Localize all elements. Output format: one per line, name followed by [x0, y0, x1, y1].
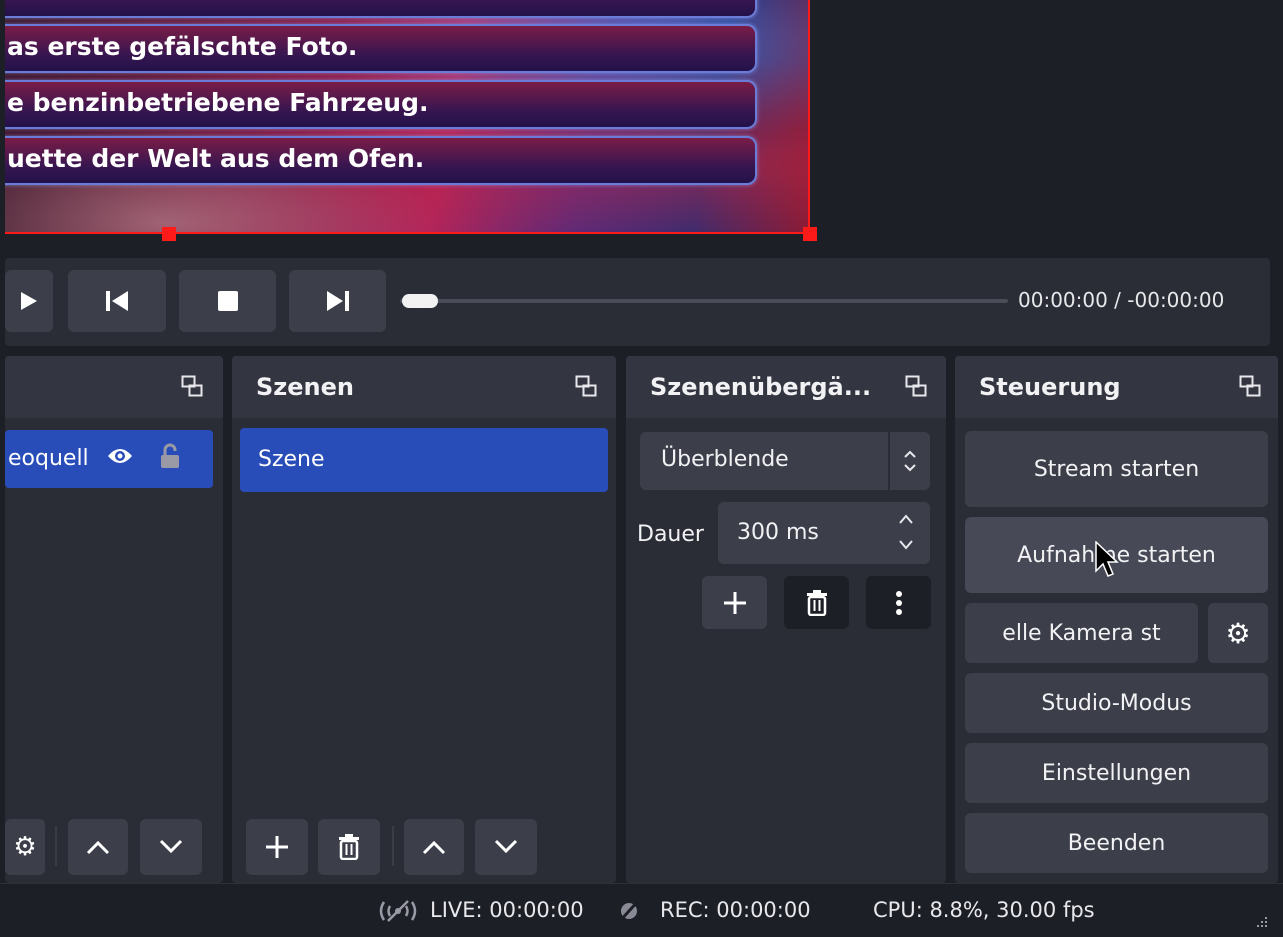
float-window-icon: [905, 375, 927, 397]
answer-bar-0: [5, 0, 757, 18]
studio-mode-button[interactable]: Studio-Modus: [965, 673, 1268, 733]
trash-icon: [339, 834, 359, 860]
exit-button[interactable]: Beenden: [965, 813, 1268, 873]
lock-toggle[interactable]: [160, 443, 180, 473]
chevron-down-icon: [494, 839, 518, 854]
scene-move-up-button[interactable]: [404, 819, 464, 875]
skip-next-icon: [326, 291, 349, 311]
previous-button[interactable]: [68, 270, 166, 332]
source-properties-button[interactable]: ⚙: [5, 819, 45, 875]
seek-slider-handle[interactable]: [402, 294, 438, 308]
scene-item-label: Szene: [258, 447, 325, 472]
remove-scene-button[interactable]: [318, 819, 380, 875]
resize-grip-icon[interactable]: [1255, 915, 1269, 929]
chevron-down-icon: [159, 839, 183, 854]
transitions-dock-title: Szenenübergä...: [650, 373, 872, 401]
mouse-cursor-icon: [1095, 541, 1119, 577]
answer-text-1: as erste gefälschte Foto.: [7, 32, 358, 61]
toolbar-separator: [392, 826, 394, 866]
float-window-icon: [1239, 375, 1261, 397]
plus-icon: [266, 836, 288, 858]
controls-dock-title: Steuerung: [979, 373, 1121, 401]
answer-bar-2: e benzinbetriebene Fahrzeug.: [5, 80, 757, 129]
source-item-label: eoquell: [8, 446, 89, 471]
answer-bar-3: uette der Welt aus dem Ofen.: [5, 136, 757, 185]
transitions-undock-icon[interactable]: [905, 375, 927, 401]
virtual-camera-settings-button[interactable]: ⚙: [1208, 603, 1268, 663]
next-button[interactable]: [289, 270, 386, 332]
recording-inactive-icon: [618, 900, 640, 922]
play-button[interactable]: [5, 270, 53, 332]
add-scene-button[interactable]: [246, 819, 308, 875]
gear-icon: ⚙: [1225, 616, 1251, 650]
live-status: LIVE: 00:00:00: [430, 898, 584, 922]
resize-handle-bottom[interactable]: [162, 227, 176, 241]
duration-spinbox[interactable]: 300 ms: [718, 502, 930, 564]
add-transition-button[interactable]: [702, 576, 767, 629]
eye-icon: [108, 449, 132, 463]
duration-value: 300 ms: [737, 520, 819, 545]
program-preview[interactable]: as erste gefälschte Foto. e benzinbetrie…: [5, 0, 810, 234]
cpu-fps-status: CPU: 8.8%, 30.00 fps: [873, 898, 1095, 922]
start-streaming-button[interactable]: Stream starten: [965, 431, 1268, 507]
skip-previous-icon: [106, 291, 128, 311]
scenes-dock-title: Szenen: [256, 373, 354, 401]
updown-chevron-icon: [904, 450, 916, 472]
start-virtual-camera-button[interactable]: elle Kamera st: [965, 603, 1198, 663]
controls-undock-icon[interactable]: [1239, 375, 1261, 401]
float-window-icon: [181, 375, 203, 397]
transition-properties-button[interactable]: [866, 576, 931, 629]
answer-bar-1: as erste gefälschte Foto.: [5, 24, 757, 73]
stop-icon: [217, 291, 238, 311]
chevron-up-icon: [86, 840, 110, 855]
transition-select[interactable]: Überblende: [640, 432, 930, 490]
toolbar-separator: [55, 826, 57, 866]
select-divider: [888, 432, 890, 490]
virtual-camera-label: elle Kamera st: [1002, 620, 1161, 646]
answer-text-3: uette der Welt aus dem Ofen.: [7, 144, 425, 173]
scenes-undock-icon[interactable]: [575, 375, 597, 401]
scene-move-down-button[interactable]: [475, 819, 537, 875]
remove-transition-button[interactable]: [784, 576, 849, 629]
gear-icon: ⚙: [13, 832, 37, 862]
visibility-toggle[interactable]: [107, 446, 133, 470]
stream-inactive-icon: [379, 900, 417, 922]
chevron-up-icon: [422, 840, 446, 855]
source-move-down-button[interactable]: [140, 819, 202, 875]
stop-button[interactable]: [179, 270, 276, 332]
scene-list-item[interactable]: Szene: [240, 428, 608, 492]
answer-text-2: e benzinbetriebene Fahrzeug.: [7, 88, 429, 117]
plus-icon: [723, 591, 746, 614]
lock-open-icon: [161, 443, 179, 468]
duration-label: Dauer: [637, 522, 704, 547]
float-window-icon: [575, 375, 597, 397]
chevron-down-small-icon[interactable]: [898, 538, 914, 552]
rec-status: REC: 00:00:00: [660, 898, 811, 922]
play-icon: [21, 292, 37, 310]
resize-handle-bottom-right[interactable]: [803, 227, 817, 241]
trash-icon: [806, 589, 827, 616]
source-move-up-button[interactable]: [68, 819, 128, 875]
settings-button[interactable]: Einstellungen: [965, 743, 1268, 803]
media-time-readout: 00:00:00 / -00:00:00: [1018, 288, 1225, 312]
seek-slider[interactable]: [400, 299, 1008, 303]
sources-undock-icon[interactable]: [181, 375, 203, 401]
kebab-menu-icon: [895, 590, 902, 615]
transition-select-value: Überblende: [661, 447, 789, 472]
chevron-up-small-icon[interactable]: [898, 512, 914, 526]
